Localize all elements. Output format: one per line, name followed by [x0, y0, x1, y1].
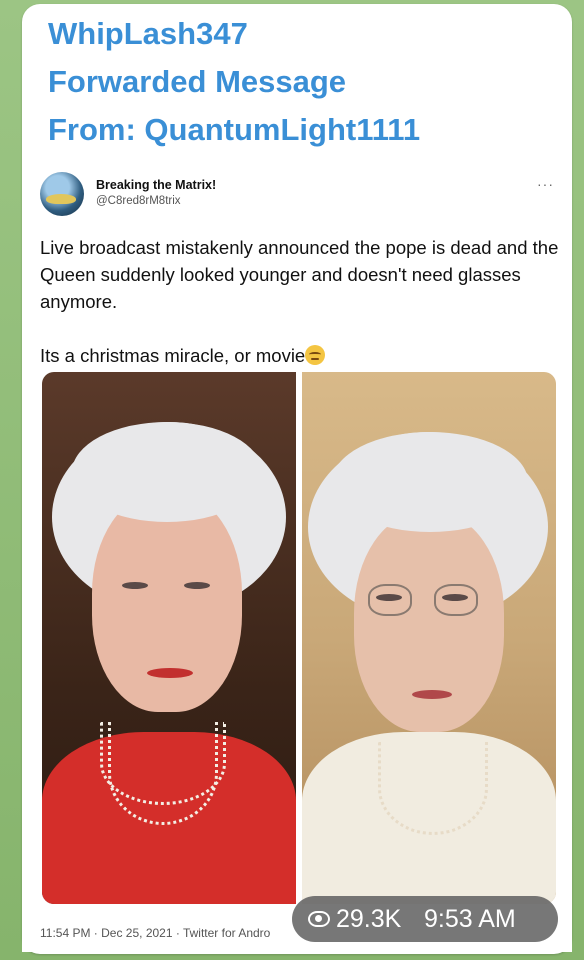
pearl-necklace [108, 722, 218, 825]
sender-name[interactable]: WhipLash347 [48, 18, 248, 49]
forwarded-from-label[interactable]: From: QuantumLight1111 [48, 114, 420, 145]
tweet-photo-left[interactable] [42, 372, 296, 904]
message-info-overlay: 29.3K 9:53 AM [292, 896, 558, 942]
eye-icon [308, 911, 330, 927]
eye [184, 582, 210, 589]
tweet-author-name[interactable]: Breaking the Matrix! [96, 178, 216, 192]
tweet-text-paragraph: Live broadcast mistakenly announced the … [40, 237, 559, 312]
forwarded-message-bubble[interactable]: WhipLash347 Forwarded Message From: Quan… [22, 4, 572, 954]
lips [412, 690, 452, 699]
tweet-photo-grid[interactable] [42, 372, 556, 904]
message-time: 9:53 AM [424, 905, 516, 933]
hair-top [332, 432, 528, 532]
more-options-icon[interactable]: ··· [537, 176, 554, 192]
forwarded-label: Forwarded Message [48, 64, 347, 99]
face [354, 512, 504, 732]
smirking-face-icon [305, 345, 326, 365]
eye [442, 594, 468, 601]
lips [147, 668, 193, 678]
eye [376, 594, 402, 601]
tweet-photo-right[interactable] [302, 372, 556, 904]
view-count: 29.3K [336, 905, 402, 933]
eye [122, 582, 148, 589]
embedded-tweet[interactable]: Breaking the Matrix! @C8red8rM8trix ··· … [22, 156, 572, 952]
tweet-timestamp-source[interactable]: 11:54 PM · Dec 25, 2021 · Twitter for An… [40, 926, 270, 940]
eagle-logo-icon [46, 194, 76, 204]
face [92, 492, 242, 712]
avatar[interactable] [40, 172, 84, 216]
pearl-necklace [378, 742, 488, 835]
tweet-text: Live broadcast mistakenly announced the … [40, 234, 560, 369]
tweet-author-handle[interactable]: @C8red8rM8trix [96, 195, 181, 207]
hair-top [72, 422, 262, 522]
tweet-text-paragraph: Its a christmas miracle, or movie [40, 345, 306, 366]
